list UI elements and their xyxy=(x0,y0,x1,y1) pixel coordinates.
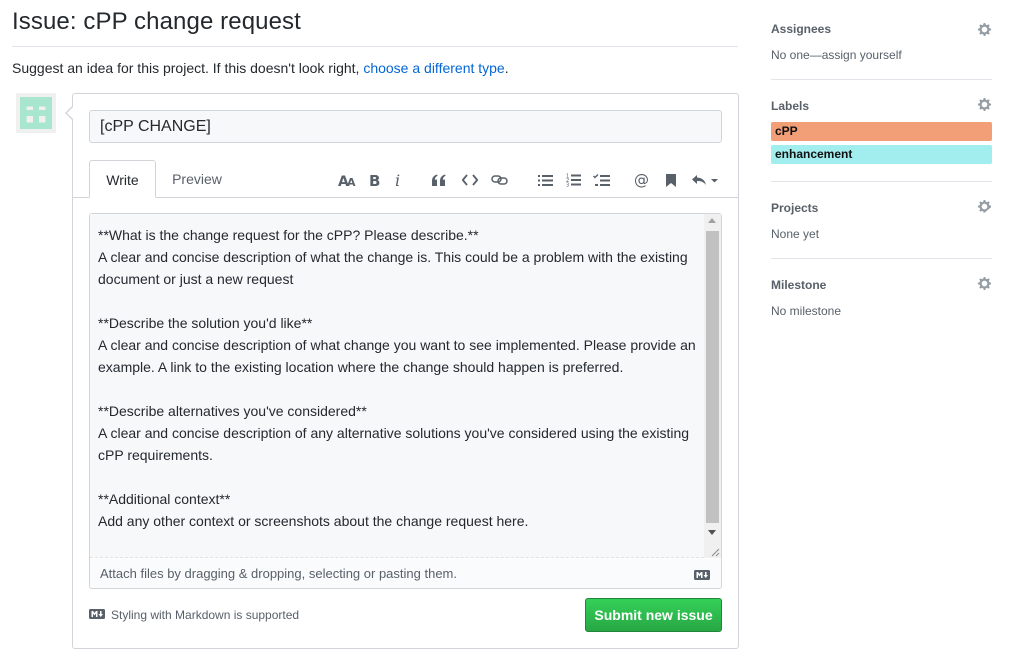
suggest-suffix: . xyxy=(504,60,509,76)
svg-text:B: B xyxy=(369,173,380,187)
suggest-text: Suggest an idea for this project. If thi… xyxy=(12,60,509,76)
issue-title-input[interactable] xyxy=(89,110,722,143)
page-title: Issue: cPP change request xyxy=(12,8,301,35)
code-icon[interactable] xyxy=(461,171,479,189)
scroll-down-icon[interactable] xyxy=(708,530,716,535)
scroll-up-icon[interactable] xyxy=(708,218,716,223)
italic-icon[interactable]: i xyxy=(392,171,406,189)
svg-text:3: 3 xyxy=(566,183,569,188)
unordered-list-icon[interactable] xyxy=(536,171,554,189)
assignees-value[interactable]: No one—assign yourself xyxy=(771,48,992,62)
sidebar-assignees: Assignees No one—assign yourself xyxy=(771,22,992,62)
sidebar-divider xyxy=(771,79,992,80)
milestone-value: No milestone xyxy=(771,304,842,318)
mention-icon[interactable]: @ xyxy=(633,171,651,189)
projects-heading[interactable]: Projects xyxy=(771,201,992,215)
sidebar-projects: Projects None yet xyxy=(771,201,992,241)
tab-preview[interactable]: Preview xyxy=(160,160,234,198)
task-list-icon[interactable] xyxy=(591,171,611,189)
labels-heading[interactable]: Labels xyxy=(771,99,992,113)
sidebar-divider xyxy=(771,258,992,259)
bold-icon[interactable]: B xyxy=(367,171,383,189)
scrollbar-thumb[interactable] xyxy=(706,231,719,523)
sidebar-labels: Labels xyxy=(771,99,992,113)
svg-text:@: @ xyxy=(634,172,649,188)
label-cpp[interactable]: cPP xyxy=(771,122,992,141)
projects-value: None yet xyxy=(771,227,820,241)
resize-grip-icon[interactable] xyxy=(709,545,720,557)
assignees-gear-icon[interactable] xyxy=(977,22,992,37)
suggest-prefix: Suggest an idea for this project. If thi… xyxy=(12,60,360,76)
milestone-gear-icon[interactable] xyxy=(977,276,992,291)
avatar[interactable] xyxy=(16,93,56,133)
tab-write[interactable]: Write xyxy=(89,160,156,198)
issue-body-textarea[interactable]: **What is the change request for the cPP… xyxy=(90,214,704,558)
box-pointer-inner xyxy=(67,107,73,119)
milestone-heading[interactable]: Milestone xyxy=(771,278,992,292)
markdown-icon[interactable] xyxy=(694,568,710,583)
attach-files-hint[interactable]: Attach files by dragging & dropping, sel… xyxy=(90,559,721,588)
sidebar-divider xyxy=(771,181,992,182)
labels-gear-icon[interactable] xyxy=(977,97,992,112)
markdown-note-text: Styling with Markdown is supported xyxy=(111,608,300,622)
projects-gear-icon[interactable] xyxy=(977,199,992,214)
markdown-note-icon xyxy=(89,608,105,622)
submit-issue-button[interactable]: Submit new issue xyxy=(585,598,722,632)
assignees-heading[interactable]: Assignees xyxy=(771,22,992,36)
title-divider xyxy=(12,46,738,47)
quote-icon[interactable] xyxy=(430,171,448,189)
sidebar-milestone: Milestone No milestone xyxy=(771,278,992,318)
choose-type-link[interactable]: choose a different type xyxy=(363,60,504,76)
svg-text:A: A xyxy=(347,176,356,187)
ordered-list-icon[interactable]: 123 xyxy=(564,171,582,189)
bookmark-icon[interactable] xyxy=(663,171,679,189)
label-enhancement[interactable]: enhancement xyxy=(771,145,992,164)
markdown-note[interactable]: Styling with Markdown is supported xyxy=(89,608,299,622)
text-size-icon[interactable]: AA xyxy=(337,171,357,189)
reply-icon[interactable] xyxy=(690,171,720,189)
link-icon[interactable] xyxy=(490,171,510,189)
svg-text:i: i xyxy=(395,173,400,188)
